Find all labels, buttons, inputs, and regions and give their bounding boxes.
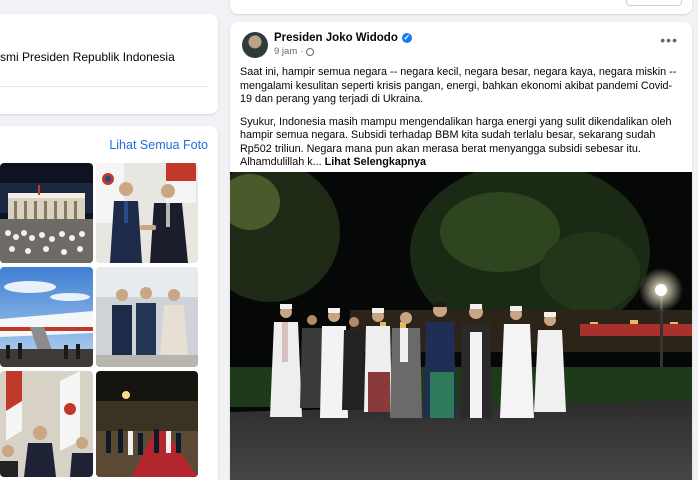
post-meta: 9 jam · [274,46,315,57]
intro-description: smi Presiden Republik Indonesia [0,50,175,64]
photo-thumbnail-flags-meeting[interactable] [0,371,93,477]
previous-post-button[interactable] [626,0,682,6]
author-name-link[interactable]: Presiden Joko Widodo [274,32,398,44]
photo-thumbnail-handshake[interactable] [96,163,198,263]
photo-thumbnail-airplane[interactable] [0,267,93,367]
separator-dot: · [300,46,304,57]
post-paragraph-text: Syukur, Indonesia masih mampu mengendali… [240,115,672,169]
post-paragraph: Saat ini, hampir semua negara -- negara … [240,66,677,105]
verified-badge-icon: ✓ [401,33,412,43]
photos-card: Lihat Semua Foto [0,126,218,480]
post-paragraph: Syukur, Indonesia masih mampu mengendali… [240,116,684,170]
photo-thumbnail-night-reception[interactable] [96,371,198,477]
see-more-link[interactable]: Lihat Selengkapnya [325,156,426,168]
intro-divider [0,86,208,87]
post-timestamp[interactable]: 9 jam [274,46,297,57]
see-all-photos-link[interactable]: Lihat Semua Foto [109,138,208,152]
previous-post-footer [230,0,692,14]
post-text: Saat ini, hampir semua negara -- negara … [240,66,684,179]
photo-thumbnail-palace-night[interactable] [0,163,93,263]
photo-thumbnail-three-leaders[interactable] [96,267,198,367]
more-options-icon[interactable]: ••• [660,32,678,48]
post-author: Presiden Joko Widodo ✓ [274,32,412,44]
globe-icon [306,47,315,56]
author-avatar[interactable] [242,32,268,58]
intro-card: smi Presiden Republik Indonesia [0,14,218,114]
post-card: Presiden Joko Widodo ✓ 9 jam · ••• Saat … [230,22,692,480]
post-photo[interactable] [230,172,692,480]
